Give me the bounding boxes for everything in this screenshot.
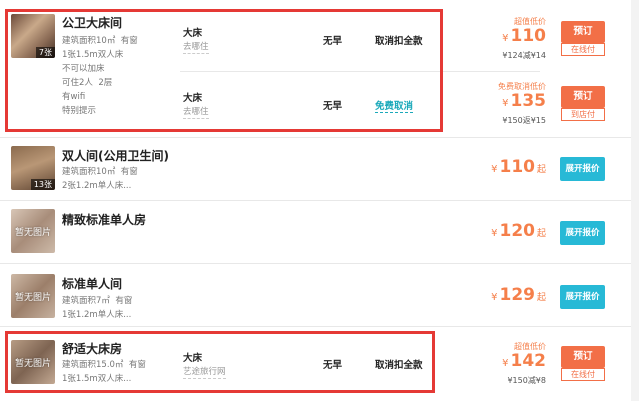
show-prices-button[interactable]: 展开报价 [560, 221, 605, 245]
show-prices-button[interactable]: 展开报价 [560, 157, 605, 181]
room-photo[interactable]: 暂无图片 [11, 274, 55, 318]
room-info: 建筑面积7㎡ 有窗 1张1.2m单人床... [62, 296, 133, 320]
price: ¥135 [502, 91, 546, 111]
pay-type-badge: 在线付 [561, 43, 605, 56]
photo-count-badge: 13张 [30, 179, 55, 190]
room-name[interactable]: 标准单人间 [62, 275, 122, 292]
scrollbar[interactable] [631, 0, 639, 401]
room-photo[interactable]: 13张 [11, 146, 55, 190]
book-button[interactable]: 预订 [561, 346, 605, 368]
pay-type-badge: 在线付 [561, 368, 605, 381]
price-detail: ¥124减¥14 [502, 51, 546, 60]
price-detail: ¥150减¥8 [507, 376, 546, 385]
price-detail: ¥150返¥15 [502, 116, 546, 125]
book-button[interactable]: 预订 [561, 21, 605, 43]
highlight-box [5, 331, 435, 393]
price: ¥129 起 [491, 285, 546, 305]
no-photo-label: 暂无图片 [14, 228, 51, 238]
no-photo-label: 暂无图片 [14, 293, 51, 303]
price: ¥120 起 [491, 221, 546, 241]
book-button[interactable]: 预订 [561, 86, 605, 108]
price: ¥110 起 [491, 157, 546, 177]
room-info: 建筑面积10㎡ 有窗 2张1.2m单人床... [62, 167, 138, 191]
price: ¥110 [502, 26, 546, 46]
pay-type-badge: 到店付 [561, 108, 605, 121]
room-name[interactable]: 双人间(公用卫生间) [62, 147, 169, 164]
room-name[interactable]: 精致标准单人房 [62, 211, 146, 228]
highlight-box [5, 9, 443, 132]
room-photo[interactable]: 暂无图片 [11, 209, 55, 253]
price: ¥142 [502, 351, 546, 371]
show-prices-button[interactable]: 展开报价 [560, 285, 605, 309]
